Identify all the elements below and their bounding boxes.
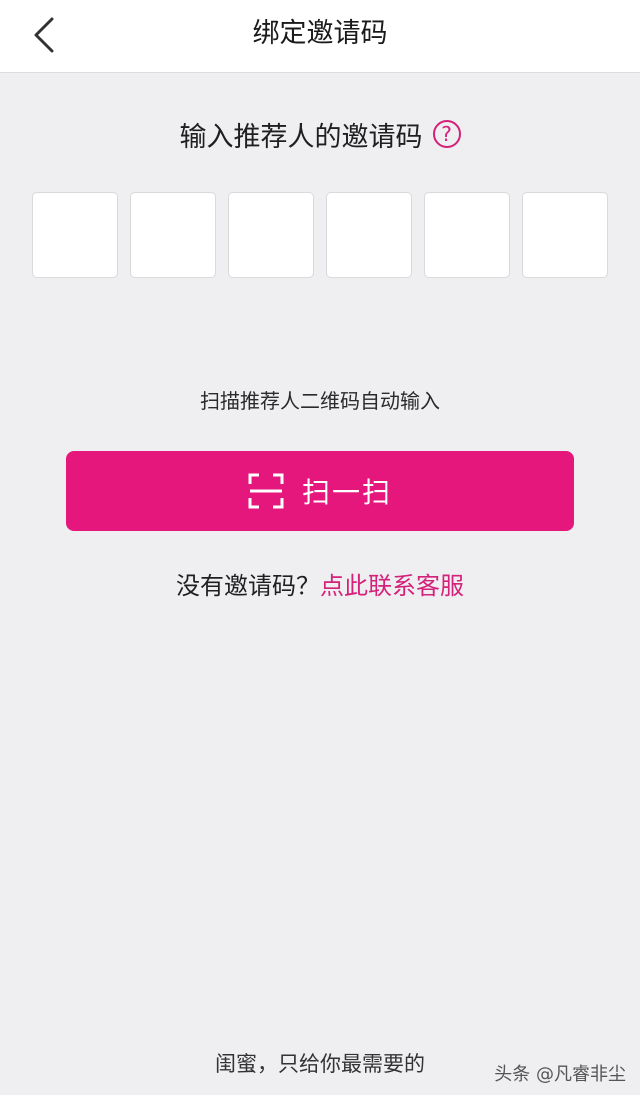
no-code-text: 没有邀请码？ bbox=[176, 572, 320, 600]
contact-support-link[interactable]: 点此联系客服 bbox=[320, 572, 464, 600]
scan-button-label: 扫一扫 bbox=[301, 476, 392, 509]
no-code-row: 没有邀请码？点此联系客服 bbox=[0, 566, 640, 601]
page-title: 绑定邀请码 bbox=[252, 18, 388, 49]
scan-frame-icon bbox=[248, 473, 284, 509]
invite-code-box[interactable] bbox=[326, 192, 412, 278]
watermark: 头条 @凡睿非尘 bbox=[494, 1064, 626, 1085]
invite-prompt: 输入推荐人的邀请码 ? bbox=[0, 112, 640, 156]
question-circle-icon[interactable]: ? bbox=[432, 120, 461, 148]
invite-code-box[interactable] bbox=[522, 192, 608, 278]
scan-hint: 扫描推荐人二维码自动输入 bbox=[200, 389, 440, 413]
invite-prompt-label: 输入推荐人的邀请码 bbox=[179, 121, 423, 153]
invite-code-box[interactable] bbox=[424, 192, 510, 278]
scan-button[interactable]: 扫一扫 bbox=[66, 451, 574, 531]
invite-code-inputs bbox=[32, 192, 608, 278]
navbar: 绑定邀请码 bbox=[0, 0, 640, 73]
invite-code-box[interactable] bbox=[130, 192, 216, 278]
invite-code-box[interactable] bbox=[228, 192, 314, 278]
invite-code-box[interactable] bbox=[32, 192, 118, 278]
